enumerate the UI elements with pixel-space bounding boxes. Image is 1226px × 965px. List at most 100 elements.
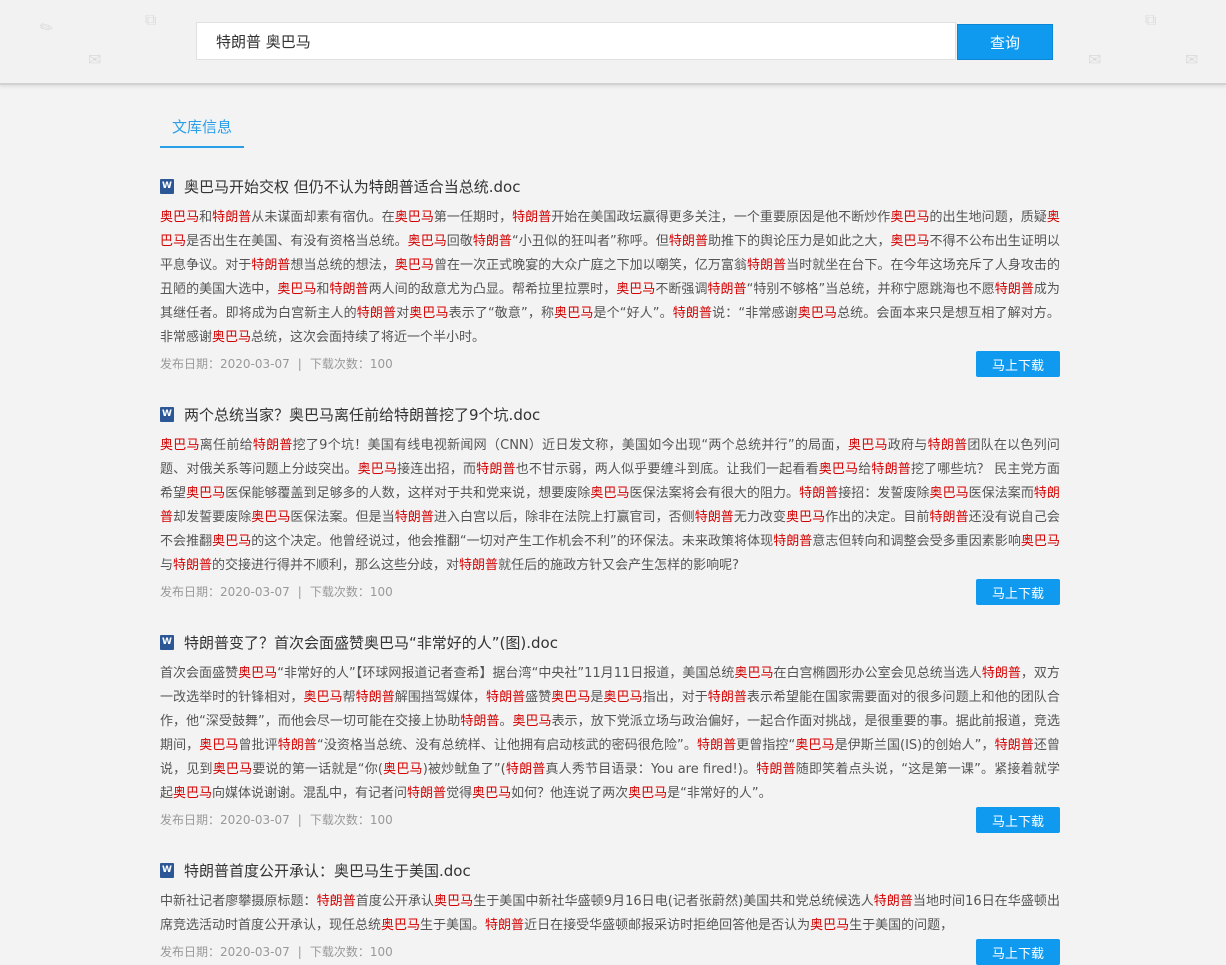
result-title-row: W 两个总统当家？奥巴马离任前给特朗普挖了9个坑.doc xyxy=(160,402,1060,426)
result-summary: 中新社记者廖攀摄原标题：特朗普首度公开承认奥巴马生于美国中新社华盛顿9月16日电… xyxy=(160,894,1060,933)
search-input[interactable] xyxy=(196,22,956,60)
download-count-label: 下载次数： xyxy=(309,585,370,599)
keyword-highlight: 特朗普 xyxy=(485,918,525,933)
word-doc-icon: W xyxy=(160,862,174,878)
keyword-highlight: 特朗普 xyxy=(355,690,395,705)
word-doc-icon: W xyxy=(160,634,174,650)
link-icon: ⧉ xyxy=(1145,10,1157,29)
keyword-highlight: 特朗普 xyxy=(512,210,552,225)
result-title-row: W 奥巴马开始交权 但仍不认为特朗普适合当总统.doc xyxy=(160,174,1060,198)
download-count: 100 xyxy=(369,813,393,827)
keyword-highlight: 特朗普 xyxy=(994,282,1034,297)
download-button[interactable]: 马上下载 xyxy=(976,939,1060,965)
keyword-highlight: 奥巴马 xyxy=(1020,534,1060,549)
keyword-highlight: 特朗普 xyxy=(929,510,969,525)
keyword-highlight: 奥巴马 xyxy=(554,306,594,321)
keyword-highlight: 奥巴马 xyxy=(551,690,591,705)
keyword-highlight: 奥巴马 xyxy=(795,738,835,753)
keyword-highlight: 奥巴马 xyxy=(734,666,774,681)
mail-icon: ✉ xyxy=(1185,50,1199,69)
result-title-link[interactable]: 两个总统当家？奥巴马离任前给特朗普挖了9个坑.doc xyxy=(184,404,540,425)
download-count-label: 下载次数： xyxy=(309,945,370,959)
result-title-row: W 特朗普首度公开承认：奥巴马生于美国.doc xyxy=(160,858,1060,882)
keyword-highlight: 特朗普 xyxy=(460,714,500,729)
download-count-label: 下载次数： xyxy=(309,357,370,371)
meta-separator: | xyxy=(297,585,302,599)
result-item: W 奥巴马开始交权 但仍不认为特朗普适合当总统.doc 奥巴马和特朗普从未谋面却素有… xyxy=(160,174,1060,377)
publish-date-label: 发布日期： xyxy=(160,945,221,959)
tab-library-info[interactable]: 文库信息 xyxy=(160,116,244,148)
keyword-highlight: 特朗普 xyxy=(356,306,397,321)
keyword-highlight: 特朗普 xyxy=(486,690,526,705)
result-meta: 发布日期：2020-03-07 | 下载次数：100 xyxy=(160,808,1060,832)
result-item: W 特朗普首度公开承认：奥巴马生于美国.doc 中新社记者廖攀摄原标题：特朗普首度公… xyxy=(160,858,1060,965)
publish-date-label: 发布日期： xyxy=(160,585,221,599)
keyword-highlight: 特朗普 xyxy=(252,438,293,453)
download-button[interactable]: 马上下载 xyxy=(976,807,1060,833)
keyword-highlight: 特朗普 xyxy=(873,894,913,909)
keyword-highlight: 奥巴马 xyxy=(199,738,239,753)
keyword-highlight: 特朗普 xyxy=(696,738,737,753)
keyword-highlight: 特朗普 xyxy=(994,738,1034,753)
keyword-highlight: 奥巴马 xyxy=(434,894,474,909)
publish-date: 2020-03-07 xyxy=(220,585,290,599)
result-summary: 奥巴马离任前给特朗普挖了9个坑！美国有线电视新闻网（CNN）近日发文称，美国如今… xyxy=(160,438,1060,573)
result-summary: 奥巴马和特朗普从未谋面却素有宿仇。在奥巴马第一任期时，特朗普开始在美国政坛赢得更… xyxy=(160,210,1060,345)
keyword-highlight: 奥巴马 xyxy=(277,282,317,297)
result-item: W 两个总统当家？奥巴马离任前给特朗普挖了9个坑.doc 奥巴马离任前给特朗普挖了9… xyxy=(160,402,1060,605)
keyword-highlight: 奥巴马 xyxy=(381,918,421,933)
keyword-highlight: 特朗普 xyxy=(981,666,1021,681)
result-title-link[interactable]: 特朗普首度公开承认：奥巴马生于美国.doc xyxy=(184,860,471,881)
result-title-row: W 特朗普变了？首次会面盛赞奥巴马“非常好的人”(图).doc xyxy=(160,630,1060,654)
main-content: 文库信息 W 奥巴马开始交权 但仍不认为特朗普适合当总统.doc 奥巴马和特朗普从未… xyxy=(160,84,1060,965)
keyword-highlight: 特朗普 xyxy=(668,234,708,249)
keyword-highlight: 特朗普 xyxy=(707,282,747,297)
download-count: 100 xyxy=(369,585,393,599)
keyword-highlight: 奥巴马 xyxy=(160,438,200,453)
word-doc-icon: W xyxy=(160,406,174,422)
keyword-highlight: 奥巴马 xyxy=(409,306,449,321)
keyword-highlight: 奥巴马 xyxy=(818,462,859,477)
download-button[interactable]: 马上下载 xyxy=(976,351,1060,377)
keyword-highlight: 特朗普 xyxy=(707,690,747,705)
result-title-link[interactable]: 奥巴马开始交权 但仍不认为特朗普适合当总统.doc xyxy=(184,176,520,197)
meta-separator: | xyxy=(297,945,302,959)
link-icon: ⧉ xyxy=(145,10,157,29)
keyword-highlight: 特朗普 xyxy=(505,762,546,777)
result-title-link[interactable]: 特朗普变了？首次会面盛赞奥巴马“非常好的人”(图).doc xyxy=(184,632,558,653)
result-item: W 特朗普变了？首次会面盛赞奥巴马“非常好的人”(图).doc 首次会面盛赞奥巴马“… xyxy=(160,630,1060,833)
keyword-highlight: 奥巴马 xyxy=(603,690,643,705)
keyword-highlight: 奥巴马 xyxy=(394,258,434,273)
download-count: 100 xyxy=(369,945,393,959)
keyword-highlight: 奥巴马 xyxy=(786,510,826,525)
keyword-highlight: 奥巴马 xyxy=(929,486,969,501)
keyword-highlight: 特朗普 xyxy=(773,534,813,549)
keyword-highlight: 奥巴马 xyxy=(382,762,423,777)
tag-icon: ✎ xyxy=(35,15,58,40)
search-button[interactable]: 查询 xyxy=(957,24,1053,60)
download-count: 100 xyxy=(369,357,393,371)
download-button[interactable]: 马上下载 xyxy=(976,579,1060,605)
keyword-highlight: 特朗普 xyxy=(316,894,356,909)
keyword-highlight: 特朗普 xyxy=(472,234,512,249)
meta-separator: | xyxy=(297,357,302,371)
keyword-highlight: 特朗普 xyxy=(251,258,291,273)
keyword-highlight: 特朗普 xyxy=(927,438,968,453)
word-doc-icon: W xyxy=(160,178,174,194)
keyword-highlight: 奥巴马 xyxy=(212,330,252,345)
publish-date: 2020-03-07 xyxy=(220,357,290,371)
keyword-highlight: 特朗普 xyxy=(212,210,252,225)
keyword-highlight: 奥巴马 xyxy=(628,786,668,801)
result-meta: 发布日期：2020-03-07 | 下载次数：100 xyxy=(160,352,1060,376)
publish-date-label: 发布日期： xyxy=(160,357,221,371)
tab-bar: 文库信息 xyxy=(160,84,1060,148)
publish-date: 2020-03-07 xyxy=(220,813,290,827)
keyword-highlight: 奥巴马 xyxy=(212,534,252,549)
keyword-highlight: 特朗普 xyxy=(756,762,796,777)
keyword-highlight: 奥巴马 xyxy=(407,234,447,249)
keyword-highlight: 特朗普 xyxy=(799,486,839,501)
keyword-highlight: 奥巴马 xyxy=(186,486,226,501)
keyword-highlight: 奥巴马 xyxy=(173,786,213,801)
keyword-highlight: 奥巴马 xyxy=(160,210,200,225)
keyword-highlight: 特朗普 xyxy=(459,558,499,573)
